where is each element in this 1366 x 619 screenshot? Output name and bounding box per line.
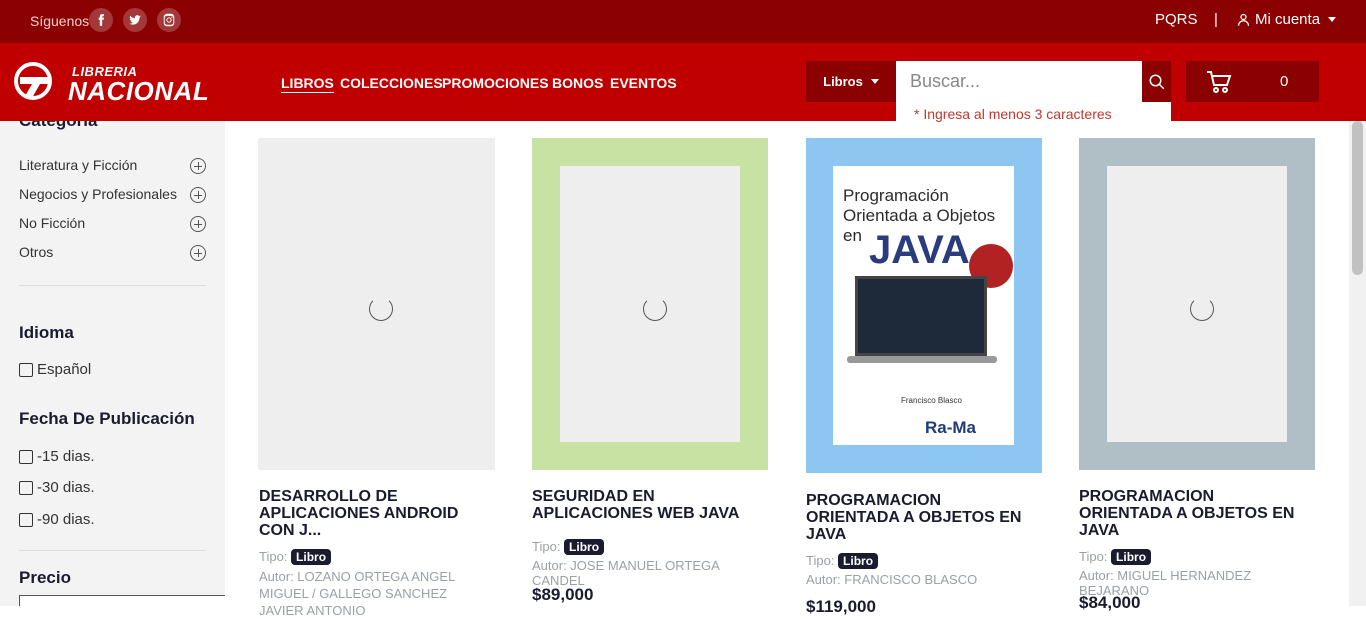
book-cover-author: Francisco Blasco (901, 396, 962, 405)
checkbox[interactable] (19, 480, 33, 495)
checkbox[interactable] (19, 362, 33, 377)
book-cover-publisher: Ra-Ma (925, 418, 977, 437)
product-image-placeholder[interactable] (532, 138, 768, 470)
account-menu[interactable]: Mi cuenta (1236, 11, 1337, 28)
language-heading: Idioma (19, 323, 74, 342)
nav-promociones[interactable]: PROMOCIONES (442, 75, 549, 91)
product-image-placeholder[interactable] (258, 138, 495, 470)
category-item-no-ficcion[interactable]: No Ficción (19, 215, 85, 231)
search-button[interactable] (1142, 61, 1171, 102)
product-type: Tipo: Libro (532, 539, 605, 555)
cart-icon (1207, 71, 1232, 93)
loading-spinner-icon (643, 297, 667, 321)
product-title[interactable]: SEGURIDAD EN APLICACIONES WEB JAVA (532, 488, 762, 522)
logo-text-bottom: NACIONAL (68, 76, 210, 106)
expand-plus-icon[interactable] (190, 216, 206, 232)
product-type: Tipo: Libro (1079, 549, 1152, 565)
checkbox[interactable] (19, 449, 33, 464)
nav-libros[interactable]: LIBROS (281, 75, 334, 91)
checkbox-label: -30 dias. (37, 479, 95, 496)
date-checkbox-90[interactable]: -90 dias. (19, 511, 95, 528)
nav-bonos[interactable]: BONOS (552, 75, 603, 91)
book-cover-laptop-base (847, 356, 997, 363)
cart-count: 0 (1280, 73, 1289, 90)
nav-eventos[interactable]: EVENTOS (610, 75, 677, 91)
facebook-icon[interactable] (89, 8, 113, 32)
category-item-negocios[interactable]: Negocios y Profesionales (19, 186, 177, 202)
chevron-down-icon (1328, 17, 1337, 22)
search-hint: * Ingresa al menos 3 caracteres (896, 102, 1171, 126)
date-heading: Fecha De Publicación (19, 409, 195, 428)
scrollbar-thumb[interactable] (1352, 121, 1363, 275)
type-badge: Libro (291, 549, 332, 565)
product-author: Autor: JOSE MANUEL ORTEGA CANDEL (532, 558, 720, 588)
product-price: $119,000 (806, 597, 876, 616)
expand-plus-icon[interactable] (190, 187, 206, 203)
category-item-literatura[interactable]: Literatura y Ficción (19, 157, 137, 173)
expand-plus-icon[interactable] (190, 245, 206, 261)
product-price: $84,000 (1079, 593, 1141, 612)
pqrs-link[interactable]: PQRS (1155, 11, 1198, 28)
book-cover-laptop (855, 276, 987, 356)
chevron-down-icon (870, 79, 879, 84)
product-title[interactable]: PROGRAMACION ORIENTADA A OBJETOS EN JAVA (1079, 488, 1311, 539)
type-label: Tipo: (1079, 549, 1108, 564)
product-title[interactable]: PROGRAMACION ORIENTADA A OBJETOS EN JAVA (806, 492, 1038, 543)
filters-sidebar: Categoría Literatura y Ficción Negocios … (0, 121, 225, 606)
divider (19, 550, 206, 551)
date-checkbox-15[interactable]: -15 dias. (19, 448, 95, 465)
loading-spinner-icon (369, 297, 393, 321)
checkbox-label: -15 dias. (37, 448, 95, 465)
top-bar: Síguenos PQRS | Mi cuenta (0, 0, 1366, 43)
search-input[interactable] (896, 61, 1142, 102)
checkbox-label: Español (37, 361, 92, 378)
product-price: $89,000 (532, 585, 594, 604)
category-heading: Categoría (19, 121, 97, 131)
language-checkbox-espanol[interactable]: Español (19, 361, 91, 378)
site-logo[interactable]: LIBRERIA NACIONAL (14, 61, 224, 106)
checkbox-label: -90 dias. (37, 511, 95, 528)
type-label: Tipo: (806, 553, 835, 568)
search-category-label: Libros (823, 74, 863, 89)
product-author: Autor: LOZANO ORTEGA ANGEL MIGUEL / GALL… (259, 569, 455, 618)
price-heading: Precio (19, 568, 71, 587)
type-label: Tipo: (532, 539, 561, 554)
account-label: Mi cuenta (1255, 11, 1321, 28)
follow-us-label: Síguenos (30, 13, 90, 29)
expand-plus-icon[interactable] (190, 158, 206, 174)
instagram-icon[interactable] (157, 8, 181, 32)
user-icon (1237, 13, 1250, 26)
price-input[interactable] (19, 595, 225, 606)
search-category-dropdown[interactable]: Libros (806, 61, 896, 102)
product-type: Tipo: Libro (259, 549, 332, 565)
topbar-separator: | (1214, 11, 1218, 28)
product-title[interactable]: DESARROLLO DE APLICACIONES ANDROID CON J… (259, 488, 489, 539)
book-cover-java: JAVA (869, 228, 970, 272)
type-badge: Libro (564, 539, 605, 555)
search-icon (1149, 74, 1164, 89)
book-cover-image: Programación Orientada a Objetos en JAVA… (833, 166, 1014, 445)
type-badge: Libro (838, 553, 879, 569)
nav-colecciones[interactable]: COLECCIONES (340, 75, 443, 91)
checkbox[interactable] (19, 512, 33, 527)
product-author: Autor: FRANCISCO BLASCO (806, 572, 978, 587)
product-type: Tipo: Libro (806, 553, 879, 569)
product-image-placeholder[interactable] (1079, 138, 1315, 470)
logo-icon (14, 62, 52, 100)
date-checkbox-30[interactable]: -30 dias. (19, 479, 95, 496)
type-badge: Libro (1111, 549, 1152, 565)
type-label: Tipo: (259, 549, 288, 564)
category-item-otros[interactable]: Otros (19, 244, 53, 260)
cart-button[interactable]: 0 (1186, 61, 1319, 102)
twitter-icon[interactable] (123, 8, 147, 32)
loading-spinner-icon (1190, 297, 1214, 321)
divider (19, 285, 206, 286)
